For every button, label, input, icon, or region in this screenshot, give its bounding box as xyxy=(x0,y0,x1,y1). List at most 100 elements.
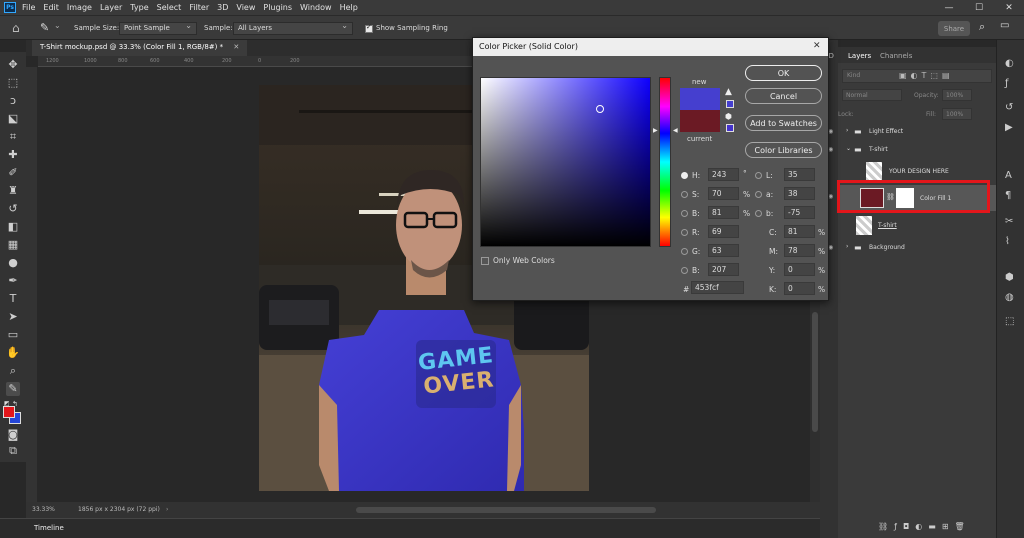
red-field[interactable]: 69 xyxy=(708,225,739,238)
healing-brush-tool-icon[interactable]: ✚ xyxy=(6,148,20,162)
green-field[interactable]: 63 xyxy=(708,244,739,257)
search-icon[interactable]: ⌕ xyxy=(979,20,985,34)
paragraph-panel-icon[interactable]: ¶ xyxy=(1005,190,1011,201)
current-color-swatch[interactable] xyxy=(680,110,720,132)
blue-field[interactable]: 207 xyxy=(708,263,739,276)
zoom-level[interactable]: 33.33% xyxy=(32,506,55,513)
b-channel-field[interactable]: -75 xyxy=(784,206,815,219)
gamut-swatch[interactable] xyxy=(726,100,734,108)
pen-tool-icon[interactable]: ✒ xyxy=(6,274,20,288)
yellow-field[interactable]: 0 xyxy=(784,263,815,276)
saturation-field[interactable]: 70 xyxy=(708,187,739,200)
black-field[interactable]: 0 xyxy=(784,282,815,295)
menu-type[interactable]: Type xyxy=(130,3,148,12)
red-radio[interactable] xyxy=(681,229,688,236)
expand-chevron-icon[interactable]: › xyxy=(846,127,848,134)
menu-view[interactable]: View xyxy=(236,3,255,12)
zoom-tool-icon[interactable]: ⌕ xyxy=(6,364,20,378)
share-button[interactable]: Share xyxy=(938,21,970,36)
character-panel-icon[interactable]: A xyxy=(1005,170,1012,181)
brush-tool-icon[interactable]: ✐ xyxy=(6,166,20,180)
expand-chevron-icon[interactable]: › xyxy=(846,243,848,250)
menu-file[interactable]: File xyxy=(22,3,35,12)
opacity-field[interactable]: 100% xyxy=(942,89,972,101)
close-window-button[interactable]: ✕ xyxy=(994,0,1024,15)
menu-layer[interactable]: Layer xyxy=(100,3,122,12)
actions-panel-icon[interactable]: ▶ xyxy=(1005,122,1013,133)
web-safe-warning-icon[interactable]: ⬢ xyxy=(725,112,732,121)
hue-radio[interactable] xyxy=(681,172,688,179)
show-sampling-ring-checkbox[interactable]: ✓ xyxy=(365,23,373,33)
document-tab[interactable]: T-Shirt mockup.psd @ 33.3% (Color Fill 1… xyxy=(32,40,248,56)
color-libraries-button[interactable]: Color Libraries xyxy=(745,142,822,158)
marquee-tool-icon[interactable]: ⬚ xyxy=(6,76,20,90)
hue-slider[interactable] xyxy=(659,77,671,247)
green-radio[interactable] xyxy=(681,248,688,255)
hue-field[interactable]: 243 xyxy=(708,168,739,181)
path-selection-tool-icon[interactable]: ➤ xyxy=(6,310,20,324)
blue-radio[interactable] xyxy=(681,267,688,274)
menu-select[interactable]: Select xyxy=(157,3,182,12)
libraries-panel-icon[interactable]: ⬢ xyxy=(1005,272,1014,283)
dialog-close-button[interactable]: ✕ xyxy=(813,41,821,51)
layers-panel-footer-icons[interactable]: ⛓ƒ◘◐▬⊞🗑 xyxy=(878,522,971,531)
saturation-brightness-field[interactable] xyxy=(480,77,651,247)
adjustments-panel-icon[interactable]: ƒ xyxy=(1005,78,1009,89)
horizontal-scrollbar[interactable] xyxy=(356,507,656,513)
sample-dropdown[interactable]: All Layers xyxy=(233,21,353,35)
rectangle-tool-icon[interactable]: ▭ xyxy=(6,328,20,342)
cyan-field[interactable]: 81 xyxy=(784,225,815,238)
lasso-tool-icon[interactable]: ↄ xyxy=(6,94,20,108)
preset-chevron-icon[interactable]: ⌄ xyxy=(54,21,61,30)
blend-mode-dropdown[interactable]: Normal xyxy=(842,89,902,101)
foreground-color-swatch[interactable] xyxy=(3,406,15,418)
timeline-tab[interactable]: Timeline xyxy=(34,524,64,532)
hue-slider-left-arrow-icon[interactable]: ▶ xyxy=(653,127,658,134)
eraser-tool-icon[interactable]: ◧ xyxy=(6,220,20,234)
layer-row[interactable]: T-shirt xyxy=(838,215,996,237)
history-brush-tool-icon[interactable]: ↺ xyxy=(6,202,20,216)
a-channel-radio[interactable] xyxy=(755,191,762,198)
lightness-field[interactable]: 35 xyxy=(784,168,815,181)
eyedropper-tool-icon[interactable]: ✎ xyxy=(6,382,20,396)
layers-tab[interactable]: Layers xyxy=(848,52,871,60)
object-selection-tool-icon[interactable]: ⬕ xyxy=(6,112,20,126)
channels-tab[interactable]: Channels xyxy=(880,52,912,60)
sample-size-dropdown[interactable]: Point Sample xyxy=(119,21,197,35)
paths-panel-icon[interactable]: ⬚ xyxy=(1005,316,1014,327)
menu-plugins[interactable]: Plugins xyxy=(263,3,292,12)
quick-mask-icon[interactable]: ◙ xyxy=(6,428,20,442)
expand-chevron-icon[interactable]: ⌄ xyxy=(846,145,851,152)
status-arrow-icon[interactable]: › xyxy=(166,506,168,513)
web-safe-swatch[interactable] xyxy=(726,124,734,132)
menu-3d[interactable]: 3D xyxy=(217,3,228,12)
saturation-radio[interactable] xyxy=(681,191,688,198)
layer-kind-filter[interactable]: Kind xyxy=(847,72,860,79)
color-panel-icon[interactable]: ◐ xyxy=(1005,58,1014,69)
hue-slider-right-arrow-icon[interactable]: ◀ xyxy=(673,127,678,134)
menu-window[interactable]: Window xyxy=(300,3,332,12)
menu-help[interactable]: Help xyxy=(340,3,358,12)
ok-button[interactable]: OK xyxy=(745,65,822,81)
layer-row[interactable]: ◉ › ▬ Background xyxy=(828,239,996,258)
b-channel-radio[interactable] xyxy=(755,210,762,217)
brightness-radio[interactable] xyxy=(681,210,688,217)
hand-tool-icon[interactable]: ✋ xyxy=(6,346,20,360)
out-of-gamut-warning-icon[interactable]: ▲ xyxy=(725,87,732,97)
gradient-tool-icon[interactable]: ▦ xyxy=(6,238,20,252)
fill-field[interactable]: 100% xyxy=(942,108,972,120)
layer-row[interactable]: ◉ ⌄ ▬ T-shirt xyxy=(828,141,996,160)
menu-edit[interactable]: Edit xyxy=(43,3,59,12)
clone-stamp-tool-icon[interactable]: ♜ xyxy=(6,184,20,198)
crop-tool-icon[interactable]: ⌗ xyxy=(6,130,20,144)
move-tool-icon[interactable]: ✥ xyxy=(6,58,20,72)
lightness-radio[interactable] xyxy=(755,172,762,179)
magenta-field[interactable]: 78 xyxy=(784,244,815,257)
tool-presets-icon[interactable]: ✂ xyxy=(1005,216,1013,227)
layer-row[interactable]: ◉ › ▬ Light Effect xyxy=(828,123,996,142)
minimize-button[interactable]: — xyxy=(934,0,964,15)
cancel-button[interactable]: Cancel xyxy=(745,88,822,104)
eyedropper-preset-icon[interactable]: ✎ xyxy=(40,21,49,34)
add-to-swatches-button[interactable]: Add to Swatches xyxy=(745,115,822,131)
hex-field[interactable]: 453fcf xyxy=(691,281,744,294)
